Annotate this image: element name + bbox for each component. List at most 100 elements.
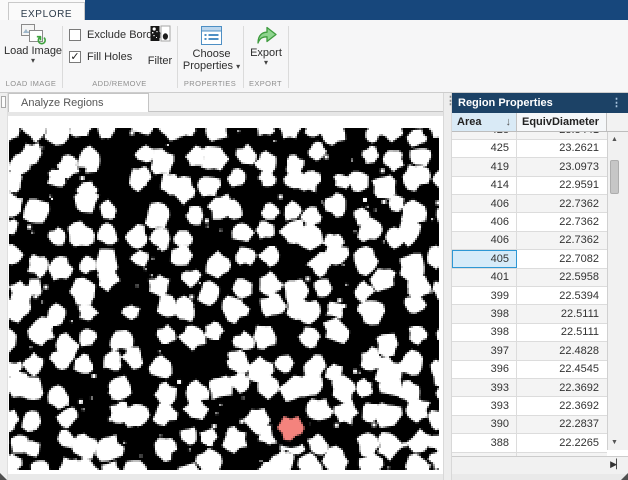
column-header-empty xyxy=(607,113,628,131)
fill-holes-row: ✓ Fill Holes xyxy=(69,51,132,63)
window-resize-grip[interactable] xyxy=(621,473,628,480)
equivdiameter-cell[interactable]: 22.7362 xyxy=(517,195,607,212)
choose-properties-label2: Properties ▾ xyxy=(183,60,240,72)
section-label-load-image: LOAD IMAGE xyxy=(0,78,62,90)
area-cell[interactable]: 425 xyxy=(452,140,517,157)
section-label-properties: PROPERTIES xyxy=(177,78,243,90)
equivdiameter-cell[interactable]: 22.9591 xyxy=(517,177,607,194)
area-cell[interactable]: 398 xyxy=(452,324,517,341)
area-cell[interactable]: 390 xyxy=(452,416,517,433)
area-cell[interactable]: 406 xyxy=(452,195,517,212)
image-region-analyzer-window: EXPLORE ↻ Load Image ▾ ✓ Exclude Border … xyxy=(0,0,628,480)
table-row[interactable]: 39922.5394 xyxy=(452,287,607,305)
check-icon: ✓ xyxy=(70,50,79,63)
equivdiameter-cell[interactable]: 22.5958 xyxy=(517,269,607,286)
area-cell[interactable]: 397 xyxy=(452,342,517,359)
equivdiameter-cell[interactable]: 22.3692 xyxy=(517,397,607,414)
column-header-area[interactable]: Area ↓ xyxy=(452,113,517,131)
choose-properties-button[interactable]: Choose Properties ▾ xyxy=(183,25,240,72)
table-row[interactable]: 40622.7362 xyxy=(452,195,607,213)
table-row[interactable]: 38822.2265 xyxy=(452,434,607,452)
tab-analyze-regions[interactable]: Analyze Regions xyxy=(8,93,149,112)
area-cell[interactable]: 393 xyxy=(452,397,517,414)
area-cell[interactable]: 405 xyxy=(452,250,517,267)
equivdiameter-cell[interactable]: 22.2265 xyxy=(517,434,607,451)
table-scrollbar[interactable]: ▲ ▼ xyxy=(607,132,621,450)
kebab-menu-icon[interactable]: ⋮ xyxy=(611,96,622,109)
table-row[interactable]: 40622.7362 xyxy=(452,232,607,250)
equivdiameter-cell[interactable]: 22.2837 xyxy=(517,416,607,433)
scroll-down-icon[interactable]: ▼ xyxy=(608,436,621,449)
area-cell[interactable]: 393 xyxy=(452,379,517,396)
table-column-headers: Area ↓ EquivDiameter xyxy=(452,113,628,132)
area-cell[interactable]: 398 xyxy=(452,305,517,322)
filter-label: Filter xyxy=(148,55,172,67)
table-row[interactable]: 42823.3441 xyxy=(452,132,607,140)
export-icon xyxy=(255,25,278,47)
area-cell[interactable]: 399 xyxy=(452,287,517,304)
choose-properties-label1: Choose xyxy=(193,48,231,60)
table-row[interactable]: 39722.4828 xyxy=(452,342,607,360)
equivdiameter-cell[interactable]: 22.7082 xyxy=(517,250,607,267)
area-cell[interactable]: 396 xyxy=(452,361,517,378)
refresh-glyph: ↻ xyxy=(36,33,47,49)
table-row[interactable]: 39322.3692 xyxy=(452,379,607,397)
skip-end-icon[interactable]: ▶▏ xyxy=(610,459,622,470)
region-properties-header: Region Properties ⋮ xyxy=(452,93,628,113)
equivdiameter-cell[interactable]: 23.3441 xyxy=(517,132,607,139)
table-row[interactable]: 42523.2621 xyxy=(452,140,607,158)
export-button[interactable]: Export ▾ xyxy=(246,25,286,66)
load-image-icon: ↻ xyxy=(20,24,46,45)
table-row[interactable]: 41422.9591 xyxy=(452,177,607,195)
fill-holes-label: Fill Holes xyxy=(87,51,132,63)
table-row[interactable]: 41923.0973 xyxy=(452,158,607,176)
load-image-button[interactable]: ↻ Load Image ▾ xyxy=(4,24,62,64)
table-row[interactable]: 40522.7082 xyxy=(452,250,607,268)
equivdiameter-cell[interactable]: 23.0973 xyxy=(517,158,607,175)
splitter-handle-icon: ⋮ xyxy=(445,96,452,107)
equivdiameter-cell[interactable]: 22.5111 xyxy=(517,324,607,341)
table-row[interactable]: 39622.4545 xyxy=(452,361,607,379)
scrollbar-margin xyxy=(621,132,628,450)
area-cell[interactable]: 406 xyxy=(452,213,517,230)
load-image-caret-icon: ▾ xyxy=(31,57,35,64)
region-properties-title: Region Properties xyxy=(458,97,553,109)
section-divider xyxy=(288,26,289,88)
section-label-add-remove: ADD/REMOVE xyxy=(62,78,177,90)
area-cell[interactable]: 401 xyxy=(452,269,517,286)
scrollbar-thumb[interactable] xyxy=(610,160,619,194)
window-corner-grip xyxy=(0,473,7,480)
equivdiameter-cell[interactable]: 22.4545 xyxy=(517,361,607,378)
fill-holes-checkbox[interactable]: ✓ xyxy=(69,51,81,63)
panel-splitter[interactable]: ⋮ xyxy=(443,93,452,480)
table-row[interactable]: 39022.2837 xyxy=(452,416,607,434)
table-row[interactable]: 39822.5111 xyxy=(452,305,607,323)
area-cell[interactable]: 414 xyxy=(452,177,517,194)
area-cell[interactable]: 419 xyxy=(452,158,517,175)
panel-grip-icon[interactable] xyxy=(1,96,6,108)
table-row[interactable]: 40122.5958 xyxy=(452,269,607,287)
region-properties-panel: Region Properties ⋮ Area ↓ EquivDiameter… xyxy=(452,93,628,474)
scroll-up-icon[interactable]: ▲ xyxy=(608,133,621,146)
equivdiameter-cell[interactable]: 22.5111 xyxy=(517,305,607,322)
section-label-export: EXPORT xyxy=(243,78,288,90)
table-row[interactable]: 40622.7362 xyxy=(452,213,607,231)
equivdiameter-cell[interactable]: 22.3692 xyxy=(517,379,607,396)
column-header-equivdiameter[interactable]: EquivDiameter xyxy=(517,113,607,131)
table-row[interactable]: 39822.5111 xyxy=(452,324,607,342)
equivdiameter-cell[interactable]: 22.7362 xyxy=(517,213,607,230)
area-cell[interactable]: 406 xyxy=(452,232,517,249)
table-row[interactable]: 39322.3692 xyxy=(452,397,607,415)
area-cell[interactable]: 428 xyxy=(452,132,517,139)
equivdiameter-cell[interactable]: 22.7362 xyxy=(517,232,607,249)
area-cell[interactable]: 388 xyxy=(452,434,517,451)
binary-image[interactable] xyxy=(9,128,439,470)
equivdiameter-cell[interactable]: 23.2621 xyxy=(517,140,607,157)
tab-explore-label: EXPLORE xyxy=(21,9,72,20)
equivdiameter-cell[interactable]: 22.4828 xyxy=(517,342,607,359)
tab-analyze-regions-label: Analyze Regions xyxy=(21,97,104,109)
exclude-border-checkbox[interactable]: ✓ xyxy=(69,29,81,41)
equivdiameter-cell[interactable]: 22.5394 xyxy=(517,287,607,304)
toolstrip-tabbar xyxy=(0,0,628,20)
filter-button[interactable]: Filter xyxy=(142,25,178,67)
